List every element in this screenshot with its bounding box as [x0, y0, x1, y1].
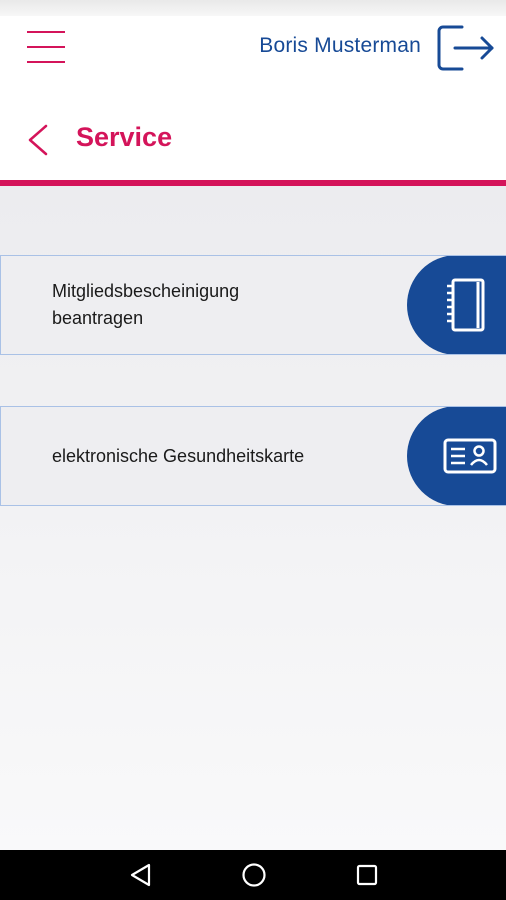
top-app-bar: Boris Musterman [0, 16, 506, 80]
notebook-icon [447, 278, 485, 332]
logout-button[interactable] [435, 22, 497, 74]
back-triangle-icon [130, 863, 151, 887]
service-icon-badge [407, 407, 506, 505]
service-item-gesundheitskarte[interactable]: elektronische Gesundheitskarte [0, 406, 506, 506]
android-navigation-bar [0, 850, 506, 900]
service-list: Mitgliedsbescheinigung beantragen elektr… [0, 186, 506, 850]
service-icon-badge [407, 256, 506, 354]
recents-square-icon [356, 864, 378, 886]
nav-recents-button[interactable] [353, 861, 381, 889]
status-bar [0, 0, 506, 16]
hamburger-menu-icon[interactable] [27, 29, 65, 65]
nav-back-button[interactable] [127, 861, 155, 889]
user-name: Boris Musterman [259, 34, 421, 57]
page-header: Service [0, 80, 506, 181]
chevron-left-icon [28, 124, 48, 156]
home-circle-icon [242, 863, 266, 887]
back-button[interactable] [24, 120, 54, 160]
nav-home-button[interactable] [240, 861, 268, 889]
logout-icon [437, 25, 494, 71]
service-item-label: elektronische Gesundheitskarte [52, 445, 305, 466]
service-item-label: Mitgliedsbescheinigung beantragen [52, 281, 240, 328]
service-item-mitgliedsbescheinigung[interactable]: Mitgliedsbescheinigung beantragen [0, 255, 506, 355]
page-title: Service [76, 122, 173, 152]
id-card-icon [443, 438, 497, 474]
